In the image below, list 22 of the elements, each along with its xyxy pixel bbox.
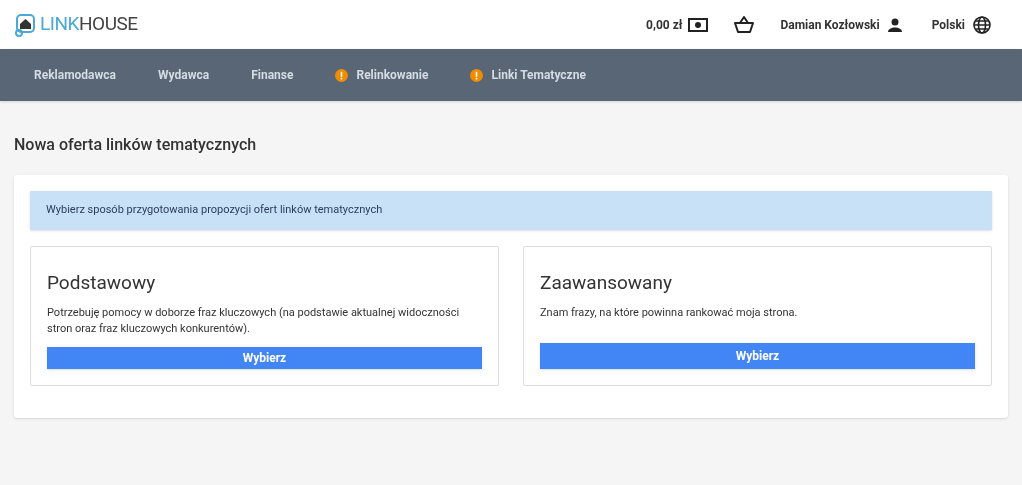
nav-link[interactable]: Finanse (251, 66, 294, 84)
globe-icon[interactable] (973, 15, 991, 34)
logo-icon (14, 12, 36, 37)
info-alert: Wybierz sposób przygotowania propozycji ofert linków tematycznych (30, 191, 992, 230)
select-button[interactable]: Wybierz (47, 347, 482, 369)
option-description: Potrzebuję pomocy w doborze fraz kluczowych (na podstawie aktualnej widoczności stron oraz fraz kluczowych konkurentów). (47, 305, 461, 337)
option-description: Znam frazy, na które powinna rankować moja strona. (540, 305, 799, 321)
page-title: Nowa oferta linków tematycznych (14, 134, 258, 156)
select-button[interactable]: Wybierz (540, 343, 975, 369)
balance-text: 0,00 zł (646, 16, 683, 34)
nav-link[interactable]: Linki Tematyczne (491, 66, 586, 84)
nav-link[interactable]: Wydawca (158, 66, 210, 84)
nav-link[interactable]: Reklamodawca (34, 66, 116, 84)
banknote-icon[interactable] (688, 17, 709, 32)
option-title: Zaawansowany (540, 269, 673, 296)
logo-text[interactable]: LINKHOUSE (40, 10, 138, 39)
user-name[interactable]: Damian Kozłowski (780, 15, 880, 34)
option-title: Podstawowy (47, 269, 157, 296)
user-icon[interactable] (887, 17, 902, 32)
basket-icon[interactable] (734, 15, 755, 34)
language-label[interactable]: Polski (931, 15, 965, 34)
nav-link[interactable]: Relinkowanie (356, 66, 429, 84)
